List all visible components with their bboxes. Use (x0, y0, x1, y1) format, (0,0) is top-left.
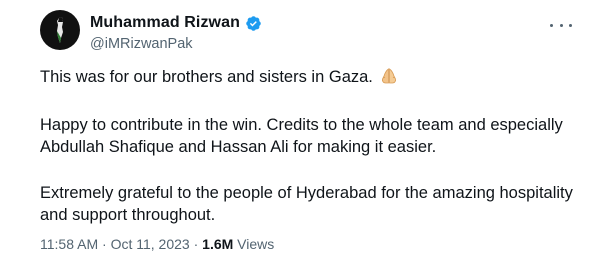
avatar[interactable] (40, 10, 80, 50)
author-name-row: Muhammad Rizwan (90, 14, 262, 32)
palestine-map-icon (57, 17, 63, 43)
tweet-line-1: This was for our brothers and sisters in… (40, 66, 580, 88)
author-handle[interactable]: @iMRizwanPak (90, 36, 193, 52)
more-dot (569, 23, 572, 27)
tweet-paragraph-3: Extremely grateful to the people of Hyde… (40, 184, 573, 224)
tweet-meta: 11:58 AM · Oct 11, 2023 · 1.6M Views (40, 236, 274, 252)
views-count[interactable]: 1.6M (202, 236, 233, 252)
more-dot (559, 23, 563, 27)
tweet-card: Muhammad Rizwan @iMRizwanPak This was fo… (0, 0, 600, 262)
tweet-time[interactable]: 11:58 AM (40, 236, 98, 252)
meta-separator: · (189, 236, 203, 252)
views-label: Views (233, 236, 275, 252)
tweet-date[interactable]: Oct 11, 2023 (111, 236, 190, 252)
more-dot (550, 23, 553, 27)
more-options-icon[interactable] (550, 20, 572, 30)
verified-badge-icon (246, 15, 261, 31)
author-name[interactable]: Muhammad Rizwan (90, 14, 240, 32)
folded-hands-icon (381, 68, 396, 84)
meta-separator: · (98, 236, 111, 252)
tweet-paragraph-2: Happy to contribute in the win. Credits … (40, 116, 563, 156)
tweet-line-1-text: This was for our brothers and sisters in… (40, 68, 373, 86)
